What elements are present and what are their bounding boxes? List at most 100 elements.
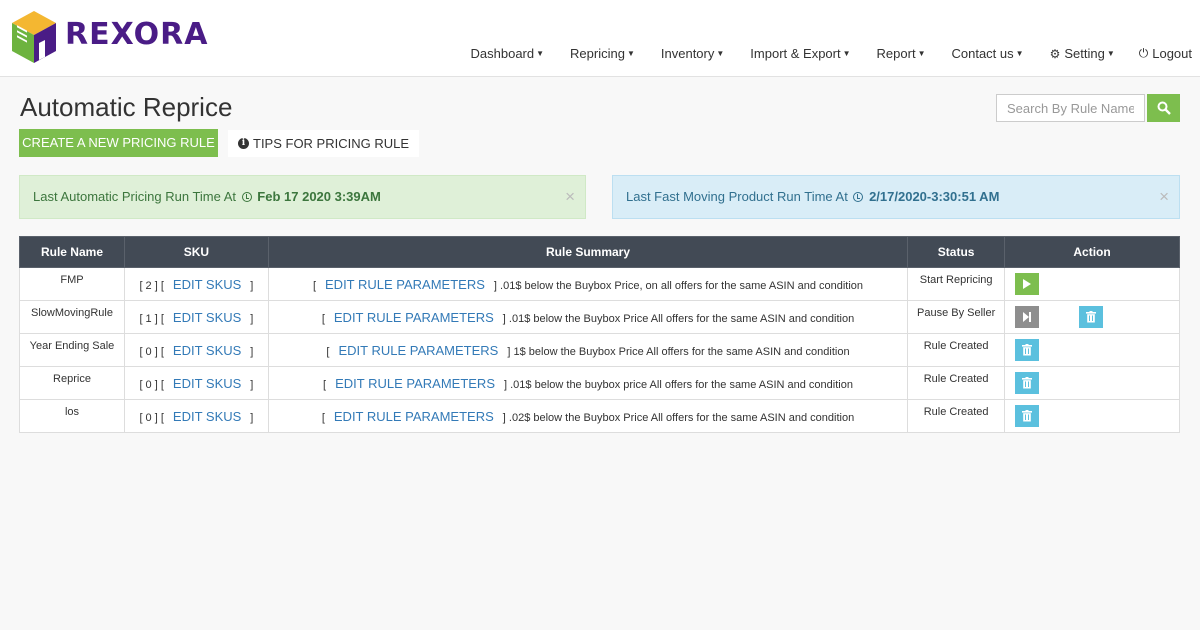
sku-cell: [ 0 ] [EDIT SKUS] xyxy=(123,366,269,400)
edit-rule-parameters-link[interactable]: EDIT RULE PARAMETERS xyxy=(334,409,494,424)
rule-status: Rule Created xyxy=(907,366,1006,400)
rule-summary: .02$ below the Buybox Price All offers f… xyxy=(508,412,855,424)
sku-cell: [ 1 ] [EDIT SKUS] xyxy=(123,300,269,334)
table-row: SlowMovingRule [ 1 ] [EDIT SKUS] [EDIT R… xyxy=(19,300,1180,334)
bracket-close: ] xyxy=(502,313,506,325)
power-icon: ⏻ xyxy=(1138,46,1149,60)
bracket-open: [ xyxy=(321,412,325,424)
edit-rule-parameters-link[interactable]: EDIT RULE PARAMETERS xyxy=(334,310,494,325)
edit-skus-link[interactable]: EDIT SKUS xyxy=(173,343,241,358)
create-pricing-rule-button[interactable]: CREATE A NEW PRICING RULE xyxy=(19,129,218,157)
action-cell xyxy=(1004,399,1180,433)
edit-rule-parameters-link[interactable]: EDIT RULE PARAMETERS xyxy=(335,376,495,391)
nav-inventory-label: Inventory xyxy=(660,46,715,61)
pricing-rules-table: Rule Name SKU Rule Summary Status Action… xyxy=(19,236,1180,433)
header-rule-summary: Rule Summary xyxy=(267,236,909,268)
automatic-pricing-alert: Last Automatic Pricing Run Time At Feb 1… xyxy=(19,175,586,219)
rule-status: Rule Created xyxy=(907,399,1006,433)
sku-count: [ 2 ] [ xyxy=(139,280,164,292)
edit-skus-link[interactable]: EDIT SKUS xyxy=(173,409,241,424)
sku-cell: [ 2 ] [ EDIT SKUS] xyxy=(123,267,269,301)
header-status: Status xyxy=(907,236,1006,268)
clock-icon xyxy=(241,192,252,202)
rule-summary: .01$ below the Buybox Price All offers f… xyxy=(508,313,855,325)
table-row: FMP [ 2 ] [ EDIT SKUS] [ EDIT RULE PARAMET… xyxy=(19,267,1180,301)
bracket-open: [ xyxy=(321,313,325,325)
rule-status: Rule Created xyxy=(907,333,1006,367)
action-cell xyxy=(1004,267,1180,301)
rule-status: Pause By Seller xyxy=(907,300,1006,334)
nav-setting[interactable]: ⚙ Setting ▼ xyxy=(1050,46,1115,61)
table-header-row: Rule Name SKU Rule Summary Status Action xyxy=(19,236,1180,268)
rule-name: FMP xyxy=(19,267,125,301)
action-cell xyxy=(1004,300,1180,334)
bracket-close: ] xyxy=(507,346,511,358)
delete-rule-button[interactable] xyxy=(1079,306,1104,328)
tips-pricing-rule-button[interactable]: i TIPS FOR PRICING RULE xyxy=(228,130,420,157)
nav-import-export[interactable]: Import & Export ▼ xyxy=(750,46,850,61)
nav-dashboard[interactable]: Dashboard ▼ xyxy=(471,46,545,61)
nav-import-export-label: Import & Export xyxy=(750,46,841,61)
brand-logo[interactable]: REXORA xyxy=(9,9,208,65)
table-row: Reprice [ 0 ] [EDIT SKUS] [EDIT RULE PAR… xyxy=(19,366,1180,400)
tips-label: TIPS FOR PRICING RULE xyxy=(253,136,410,151)
edit-rule-parameters-link[interactable]: EDIT RULE PARAMETERS xyxy=(338,343,498,358)
nav-contact-us-label: Contact us xyxy=(951,46,1014,61)
edit-skus-link[interactable]: EDIT SKUS xyxy=(173,277,241,292)
edit-rule-parameters-link[interactable]: EDIT RULE PARAMETERS xyxy=(325,277,485,292)
nav-inventory[interactable]: Inventory ▼ xyxy=(661,46,724,61)
bracket-close: ] xyxy=(250,313,254,325)
summary-cell: [ EDIT RULE PARAMETERS] .01$ below the Bu… xyxy=(267,300,909,334)
house-logo-icon xyxy=(12,11,56,63)
nav-setting-label: Setting xyxy=(1064,46,1105,61)
bracket-close: ] xyxy=(250,379,254,391)
bracket-open: [ xyxy=(312,280,317,292)
delete-rule-button[interactable] xyxy=(1015,339,1040,361)
search-button[interactable] xyxy=(1147,94,1180,122)
edit-skus-link[interactable]: EDIT SKUS xyxy=(173,376,241,391)
play-icon xyxy=(1023,279,1032,289)
brand-name: REXORA xyxy=(65,16,209,52)
table-row: los [ 0 ] [EDIT SKUS] [ EDIT RULE PARAMET… xyxy=(19,399,1180,433)
resume-repricing-button[interactable] xyxy=(1015,306,1040,328)
summary-cell: [EDIT RULE PARAMETERS] 1$ below the Buyb… xyxy=(267,333,909,367)
header-action: Action xyxy=(1004,236,1180,268)
summary-cell: [EDIT RULE PARAMETERS] .01$ below the bu… xyxy=(267,366,909,400)
nav-contact-us[interactable]: Contact us ▼ xyxy=(951,46,1023,61)
rule-name: los xyxy=(19,399,125,433)
bracket-close: ] xyxy=(250,280,254,292)
rule-summary: 1$ below the Buybox Price All offers for… xyxy=(513,346,850,358)
delete-rule-button[interactable] xyxy=(1015,405,1040,427)
nav-report[interactable]: Report ▼ xyxy=(877,46,926,61)
caret-down-icon: ▼ xyxy=(536,49,545,58)
header-rule-name: Rule Name xyxy=(19,236,125,268)
bracket-close: ] xyxy=(250,412,254,424)
search-icon xyxy=(1157,101,1171,115)
rule-name: Reprice xyxy=(19,366,125,400)
nav-logout[interactable]: ⏻ Logout xyxy=(1139,46,1192,61)
main-nav: Dashboard ▼ Repricing ▼ Inventory ▼ Import … xyxy=(445,46,1192,61)
step-forward-icon xyxy=(1023,312,1032,322)
delete-rule-button[interactable] xyxy=(1015,372,1040,394)
fast-moving-alert: Last Fast Moving Product Run Time At 2/1… xyxy=(612,175,1180,219)
page-title: Automatic Reprice xyxy=(20,92,233,122)
search-rule-input[interactable] xyxy=(996,94,1145,122)
bracket-close: ] xyxy=(502,412,506,424)
caret-down-icon: ▼ xyxy=(1015,49,1024,58)
edit-skus-link[interactable]: EDIT SKUS xyxy=(173,310,241,325)
nav-repricing[interactable]: Repricing ▼ xyxy=(570,46,635,61)
caret-down-icon: ▼ xyxy=(716,49,725,58)
table-row: Year Ending Sale [ 0 ] [EDIT SKUS] [EDIT… xyxy=(19,333,1180,367)
bracket-close: ] xyxy=(504,379,508,391)
caret-down-icon: ▼ xyxy=(626,49,635,58)
caret-down-icon: ▼ xyxy=(1106,49,1115,58)
trash-icon xyxy=(1086,311,1097,323)
action-cell xyxy=(1004,366,1180,400)
summary-cell: [ EDIT RULE PARAMETERS] .02$ below the Bu… xyxy=(267,399,909,433)
sku-count: [ 0 ] [ xyxy=(139,346,164,358)
close-icon[interactable]: × xyxy=(565,176,575,218)
close-icon[interactable]: × xyxy=(1159,176,1169,218)
sku-cell: [ 0 ] [EDIT SKUS] xyxy=(123,399,269,433)
start-repricing-button[interactable] xyxy=(1015,273,1040,295)
alert-time: 2/17/2020-3:30:51 AM xyxy=(869,189,1000,204)
